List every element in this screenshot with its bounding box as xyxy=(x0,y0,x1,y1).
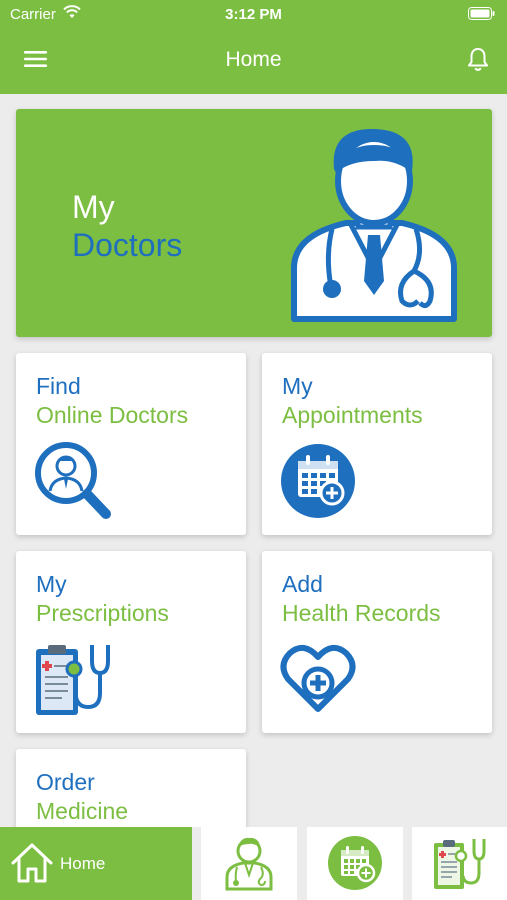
notification-bell-icon[interactable] xyxy=(467,47,489,77)
my-prescriptions-tile[interactable]: My Prescriptions xyxy=(16,551,246,733)
tile-title-line2: Online Doctors xyxy=(36,402,189,428)
heart-plus-icon xyxy=(280,639,358,724)
battery-icon xyxy=(468,7,495,24)
app-screen: Carrier 3:12 PM Home My Doctors Find Onl… xyxy=(0,0,507,900)
doctor-icon xyxy=(286,123,462,332)
add-health-records-tile[interactable]: Add Health Records xyxy=(262,551,492,733)
home-icon xyxy=(10,841,54,890)
tile-title-line2: Health Records xyxy=(282,600,441,626)
clipboard-stethoscope-icon xyxy=(34,639,112,724)
tile-title-line1: My xyxy=(36,571,67,597)
doctor-search-icon xyxy=(34,441,112,526)
my-doctors-card[interactable]: My Doctors xyxy=(16,109,492,337)
doctor-icon xyxy=(223,835,275,896)
tile-title-line1: Find xyxy=(36,373,81,399)
tile-title-line1: My xyxy=(282,373,313,399)
calendar-plus-icon xyxy=(327,835,383,896)
tab-appointments[interactable] xyxy=(307,827,403,900)
hero-title-line2: Doctors xyxy=(72,227,183,263)
tile-title-line2: Prescriptions xyxy=(36,600,169,626)
tab-doctors[interactable] xyxy=(201,827,297,900)
find-online-doctors-tile[interactable]: Find Online Doctors xyxy=(16,353,246,535)
bottom-tab-bar: Home xyxy=(0,827,507,900)
tile-title-line1: Add xyxy=(282,571,323,597)
status-bar: Carrier 3:12 PM xyxy=(0,0,507,30)
tab-home-label: Home xyxy=(60,854,106,873)
top-bar: Carrier 3:12 PM Home xyxy=(0,0,507,94)
tab-home[interactable]: Home xyxy=(0,827,192,900)
hero-title-line1: My xyxy=(72,189,115,225)
tile-title-line2: Medicine xyxy=(36,798,129,824)
nav-bar: Home xyxy=(0,38,507,82)
calendar-plus-icon xyxy=(280,441,358,526)
tile-title-line1: Order xyxy=(36,769,95,795)
my-appointments-tile[interactable]: My Appointments xyxy=(262,353,492,535)
status-time: 3:12 PM xyxy=(225,6,282,23)
page-title: Home xyxy=(225,48,282,71)
clipboard-stethoscope-icon xyxy=(432,835,488,896)
tab-prescriptions[interactable] xyxy=(412,827,507,900)
tile-title-line2: Appointments xyxy=(282,402,423,428)
